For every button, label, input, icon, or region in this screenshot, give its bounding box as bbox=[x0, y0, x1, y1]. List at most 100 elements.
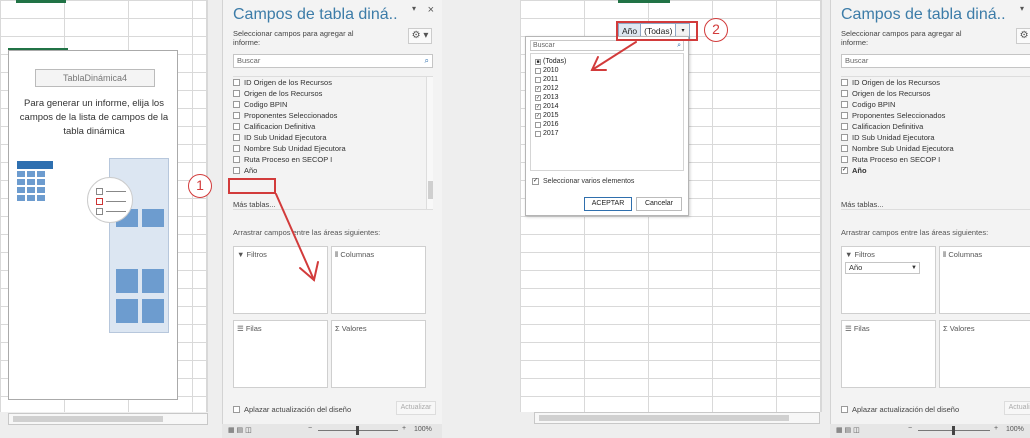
field-checkbox[interactable] bbox=[841, 145, 848, 152]
accept-button[interactable]: ACEPTAR bbox=[584, 197, 632, 211]
field-list-scrollbar[interactable] bbox=[426, 77, 433, 209]
field-checkbox[interactable] bbox=[233, 101, 240, 108]
gear-icon[interactable]: ⚙ ▾ bbox=[1016, 28, 1030, 44]
values-area[interactable]: Σ Valores bbox=[331, 320, 426, 388]
field-checkbox[interactable] bbox=[233, 134, 240, 141]
field-checkbox[interactable] bbox=[233, 112, 240, 119]
close-icon[interactable]: × bbox=[428, 4, 434, 16]
option-checkbox[interactable]: ■ bbox=[535, 58, 541, 65]
field-item-year[interactable]: Año bbox=[233, 165, 433, 176]
filter-option[interactable]: 2016 bbox=[535, 120, 683, 129]
field-item[interactable]: Nombre Sub Unidad Ejecutora bbox=[233, 143, 433, 154]
field-checkbox[interactable] bbox=[841, 79, 848, 86]
field-item-year[interactable]: ✓ Año bbox=[841, 165, 1030, 176]
option-checkbox[interactable]: ✓ bbox=[535, 103, 541, 110]
option-checkbox[interactable]: ✓ bbox=[535, 112, 541, 119]
zoom-in-icon[interactable]: + bbox=[994, 425, 998, 432]
field-item[interactable]: Ruta Proceso en SECOP I bbox=[841, 154, 1030, 165]
field-item[interactable]: ID Origen de los Recursos bbox=[233, 77, 433, 88]
filter-chip-ano[interactable]: Año ▼ bbox=[845, 262, 920, 274]
filter-option[interactable]: 2010 bbox=[535, 66, 683, 75]
chevron-down-icon[interactable]: ▼ bbox=[911, 263, 917, 273]
horizontal-scrollbar[interactable] bbox=[8, 413, 208, 425]
option-checkbox[interactable] bbox=[535, 76, 541, 83]
panel-options-dropdown-icon[interactable]: ▾ bbox=[412, 4, 416, 13]
field-label: Calificacion Definitiva bbox=[852, 122, 924, 131]
multi-select-checkbox[interactable]: ✓ bbox=[532, 178, 539, 185]
field-item[interactable]: Origen de los Recursos bbox=[233, 88, 433, 99]
field-item[interactable]: Codigo BPIN bbox=[841, 99, 1030, 110]
field-checkbox[interactable] bbox=[841, 123, 848, 130]
field-checkbox[interactable] bbox=[233, 79, 240, 86]
filter-option[interactable]: ■ (Todas) bbox=[535, 57, 683, 66]
field-search-input[interactable]: Buscar⌕ bbox=[233, 54, 433, 68]
field-item[interactable]: Nombre Sub Unidad Ejecutora bbox=[841, 143, 1030, 154]
zoom-out-icon[interactable]: − bbox=[308, 425, 312, 432]
zoom-out-icon[interactable]: − bbox=[908, 425, 912, 432]
field-item[interactable]: Calificacion Definitiva bbox=[841, 121, 1030, 132]
filters-area[interactable]: ▼ Filtros bbox=[233, 246, 328, 314]
filter-search-input[interactable]: Buscar ⌕ bbox=[530, 40, 684, 51]
field-item[interactable]: ID Sub Unidad Ejecutora bbox=[841, 132, 1030, 143]
values-area-label: Σ Valores bbox=[943, 324, 975, 333]
update-button[interactable]: Actualizar bbox=[1004, 401, 1030, 415]
option-checkbox[interactable] bbox=[535, 121, 541, 128]
field-checkbox[interactable] bbox=[841, 112, 848, 119]
values-area[interactable]: Σ Valores bbox=[939, 320, 1030, 388]
more-tables-link[interactable]: Más tablas... bbox=[233, 200, 276, 209]
panel-options-dropdown-icon[interactable]: ▾ bbox=[1020, 4, 1024, 13]
field-item[interactable]: ID Sub Unidad Ejecutora bbox=[233, 132, 433, 143]
filter-option[interactable]: ✓ 2013 bbox=[535, 93, 683, 102]
field-item[interactable]: Ruta Proceso en SECOP I bbox=[233, 154, 433, 165]
field-checkbox[interactable] bbox=[841, 101, 848, 108]
field-checkbox[interactable]: ✓ bbox=[841, 167, 848, 174]
option-checkbox[interactable]: ✓ bbox=[535, 85, 541, 92]
columns-area[interactable]: ⦀ Columnas bbox=[331, 246, 426, 314]
view-icons[interactable]: ▦ ▤ ◫ bbox=[836, 426, 860, 434]
pivot-table-placeholder[interactable]: TablaDinámica4 Para generar un informe, … bbox=[8, 50, 178, 400]
field-checkbox[interactable] bbox=[233, 123, 240, 130]
columns-area[interactable]: ⦀ Columnas bbox=[939, 246, 1030, 314]
field-checkbox[interactable] bbox=[233, 90, 240, 97]
field-item[interactable]: Proponentes Seleccionados bbox=[841, 110, 1030, 121]
cancel-button[interactable]: Cancelar bbox=[636, 197, 682, 211]
field-item[interactable]: Codigo BPIN bbox=[233, 99, 433, 110]
option-checkbox[interactable] bbox=[535, 67, 541, 74]
zoom-in-icon[interactable]: + bbox=[402, 425, 406, 432]
more-tables-link[interactable]: Más tablas... bbox=[841, 200, 884, 209]
filters-area[interactable]: ▼ Filtros Año ▼ bbox=[841, 246, 936, 314]
view-icons[interactable]: ▦ ▤ ◫ bbox=[228, 426, 252, 434]
zoom-slider-thumb[interactable] bbox=[952, 426, 955, 435]
sigma-icon: Σ bbox=[335, 324, 342, 333]
field-checkbox[interactable] bbox=[841, 134, 848, 141]
defer-update-option[interactable]: Aplazar actualización del diseño bbox=[841, 405, 959, 414]
update-button[interactable]: Actualizar bbox=[396, 401, 436, 415]
field-checkbox[interactable] bbox=[233, 167, 240, 174]
multi-select-option[interactable]: ✓ Seleccionar varios elementos bbox=[532, 178, 634, 185]
zoom-slider-thumb[interactable] bbox=[356, 426, 359, 435]
filter-option[interactable]: 2017 bbox=[535, 129, 683, 138]
field-item[interactable]: Proponentes Seleccionados bbox=[233, 110, 433, 121]
gear-icon[interactable]: ⚙ ▾ bbox=[408, 28, 432, 44]
field-checkbox[interactable] bbox=[841, 156, 848, 163]
field-checkbox[interactable] bbox=[841, 90, 848, 97]
rows-area[interactable]: ☰ Filas bbox=[233, 320, 328, 388]
defer-checkbox[interactable] bbox=[841, 406, 848, 413]
defer-checkbox[interactable] bbox=[233, 406, 240, 413]
field-checkbox[interactable] bbox=[233, 156, 240, 163]
filter-option[interactable]: 2011 bbox=[535, 75, 683, 84]
field-item[interactable]: ID Origen de los Recursos bbox=[841, 77, 1030, 88]
filter-option[interactable]: ✓ 2015 bbox=[535, 111, 683, 120]
defer-update-option[interactable]: Aplazar actualización del diseño bbox=[233, 405, 351, 414]
option-checkbox[interactable]: ✓ bbox=[535, 94, 541, 101]
field-item[interactable]: Origen de los Recursos bbox=[841, 88, 1030, 99]
rows-area[interactable]: ☰ Filas bbox=[841, 320, 936, 388]
field-search-input[interactable]: Buscar⌕ bbox=[841, 54, 1030, 68]
filter-option[interactable]: ✓ 2014 bbox=[535, 102, 683, 111]
field-label: Año bbox=[852, 166, 867, 175]
option-checkbox[interactable] bbox=[535, 130, 541, 137]
filter-option[interactable]: ✓ 2012 bbox=[535, 84, 683, 93]
field-item[interactable]: Calificacion Definitiva bbox=[233, 121, 433, 132]
field-checkbox[interactable] bbox=[233, 145, 240, 152]
horizontal-scrollbar[interactable] bbox=[534, 412, 820, 424]
